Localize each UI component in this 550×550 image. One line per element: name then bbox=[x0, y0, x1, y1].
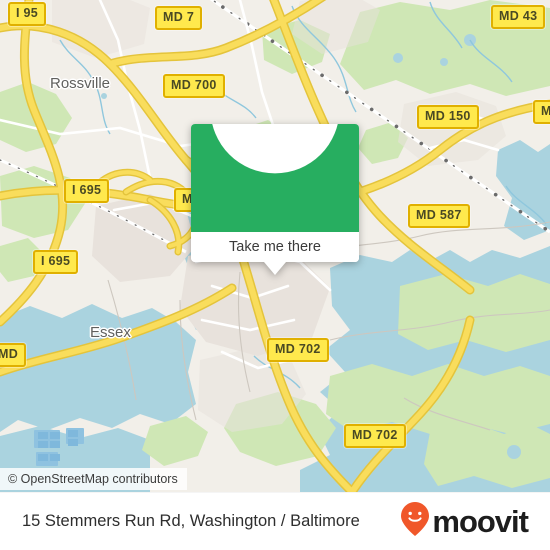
road-shield: MD 702 bbox=[267, 338, 329, 362]
moovit-map-screenshot: I 95 MD 7 MD 43 MD 700 MD 150 MD I 695 MD MD 587… bbox=[0, 0, 550, 550]
road-shield: MD 700 bbox=[163, 74, 225, 98]
popup-card-header bbox=[191, 124, 359, 232]
popup-card-body[interactable]: Take me there bbox=[191, 124, 359, 262]
popup-pointer-tail bbox=[264, 262, 286, 275]
moovit-smiley-pin-icon bbox=[400, 501, 430, 542]
moovit-wordmark: moovit bbox=[432, 504, 529, 539]
osm-attribution-text: © OpenStreetMap contributors bbox=[8, 472, 178, 486]
road-shield: MD 587 bbox=[408, 204, 470, 228]
road-shield: MD 702 bbox=[344, 424, 406, 448]
road-shield: MD 43 bbox=[491, 5, 546, 29]
road-shield: MD bbox=[0, 343, 27, 367]
place-label: Essex bbox=[90, 324, 131, 341]
road-shield: MD 150 bbox=[417, 105, 479, 129]
footer-bar: 15 Stemmers Run Rd, Washington / Baltimo… bbox=[0, 492, 550, 550]
location-popup-card[interactable]: Take me there bbox=[191, 124, 359, 275]
road-shield: I 695 bbox=[33, 250, 79, 274]
osm-attribution[interactable]: © OpenStreetMap contributors bbox=[0, 468, 187, 490]
moovit-logo[interactable]: moovit bbox=[400, 501, 529, 542]
address-label: 15 Stemmers Run Rd, Washington / Baltimo… bbox=[22, 512, 360, 530]
place-label: Rossville bbox=[50, 75, 111, 92]
road-shield: MD bbox=[533, 100, 550, 124]
road-shield: MD 7 bbox=[155, 6, 203, 30]
road-shield: I 695 bbox=[64, 179, 110, 203]
map-canvas[interactable]: I 95 MD 7 MD 43 MD 700 MD 150 MD I 695 MD MD 587… bbox=[0, 0, 550, 492]
road-shield: I 95 bbox=[8, 2, 47, 26]
